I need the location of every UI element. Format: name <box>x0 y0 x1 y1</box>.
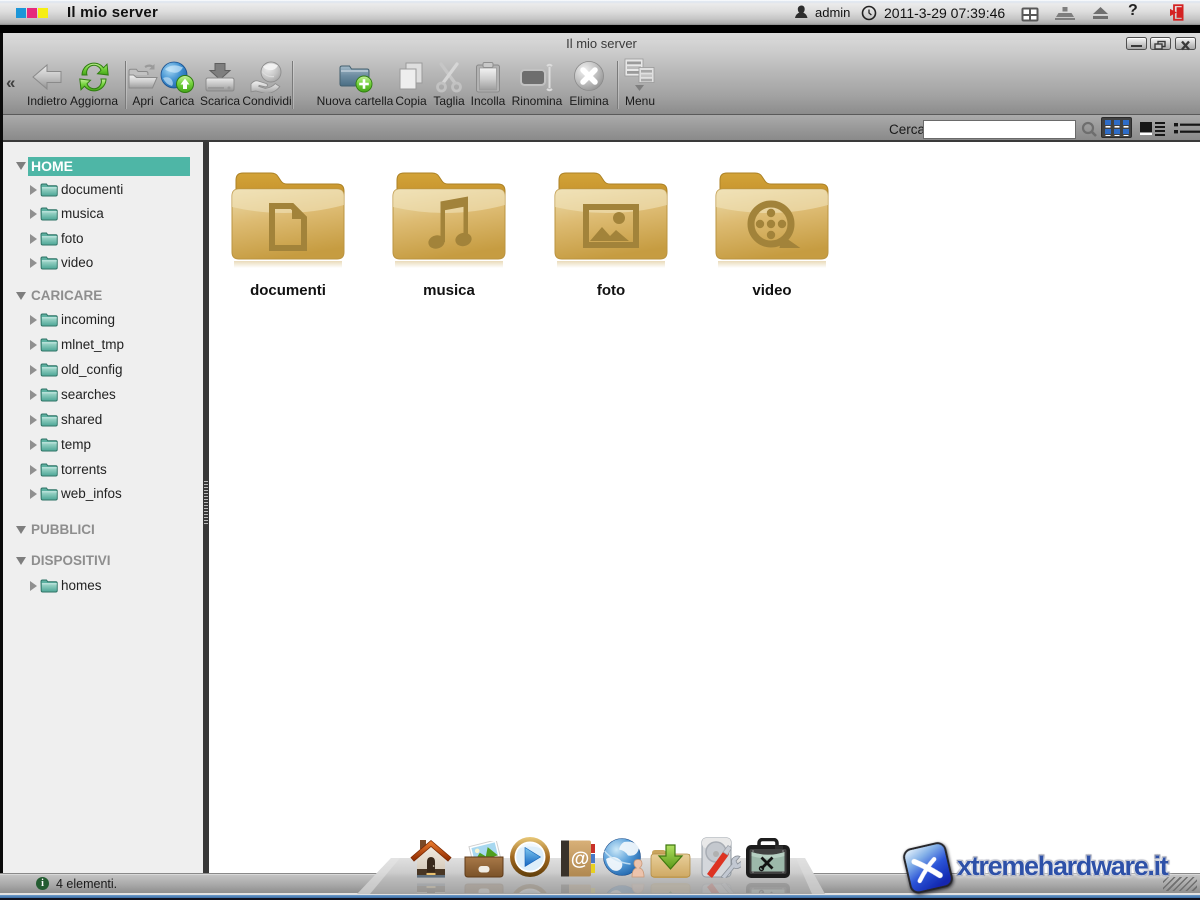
svg-text:@: @ <box>571 891 590 893</box>
